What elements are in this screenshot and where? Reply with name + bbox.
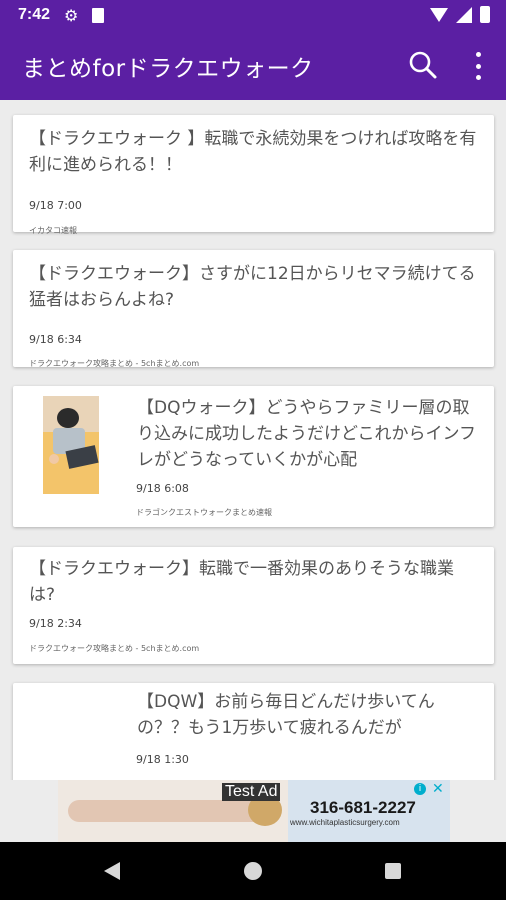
signal-icon [456,6,472,23]
ad-banner[interactable]: Test Ad 316-681-2227 www.wichitaplastics… [58,780,450,842]
article-date: 9/18 2:34 [29,617,82,630]
ad-label: Test Ad [222,783,281,801]
article-thumbnail [43,396,99,494]
sd-card-icon [92,8,104,23]
article-date: 9/18 7:00 [29,199,82,212]
article-source: イカタコ速報 [29,226,77,235]
recents-icon[interactable] [385,863,401,879]
more-vert-icon[interactable] [470,52,486,80]
wifi-icon [430,7,448,22]
article-date: 9/18 1:30 [136,753,189,766]
article-card[interactable]: 【ドラクエウォーク】さすがに12日からリセマラ続けてる猛者はおらんよね? 9/1… [13,250,494,368]
ad-phone[interactable]: 316-681-2227 [310,798,416,818]
ad-info-icon[interactable]: i [414,783,426,795]
status-bar: 7:42 ⚙ [0,0,506,32]
article-card[interactable]: 【ドラクエウォーク】転職で一番効果のありそうな職業は? 9/18 2:34 ドラ… [13,547,494,664]
back-icon[interactable] [104,862,120,880]
gear-icon: ⚙ [64,6,79,25]
article-title: 【DQウォーク】どうやらファミリー層の取り込みに成功したようだけどこれからインフ… [137,398,476,470]
status-time: 7:42 [18,6,51,23]
navigation-bar [0,842,506,900]
app-title: まとめforドラクエウォーク [22,56,314,82]
article-title: 【ドラクエウォーク 】転職で永続効果をつければ攻略を有利に進められる！！ [29,129,477,175]
article-title: 【ドラクエウォーク】転職で一番効果のありそうな職業は? [29,559,454,605]
battery-icon [480,6,490,23]
article-date: 9/18 6:08 [136,482,189,495]
article-title: 【DQW】お前ら毎日どんだけ歩いてんの？？もう1万歩いて疲れるんだが [137,692,435,738]
app-bar: まとめforドラクエウォーク [0,32,506,100]
article-source: ドラクエウォーク攻略まとめ - 5chまとめ.com [29,644,200,653]
article-card[interactable]: 【DQW】お前ら毎日どんだけ歩いてんの？？もう1万歩いて疲れるんだが 9/18 … [13,683,494,780]
home-icon[interactable] [244,862,262,880]
article-source: ドラゴンクエストウォークまとめ速報 [136,508,272,517]
ad-site[interactable]: www.wichitaplasticsurgery.com [290,818,400,827]
article-list[interactable]: 【ドラクエウォーク 】転職で永続効果をつければ攻略を有利に進められる！！ 9/1… [0,100,506,780]
article-card[interactable]: 【ドラクエウォーク 】転職で永続効果をつければ攻略を有利に進められる！！ 9/1… [13,115,494,235]
article-title: 【ドラクエウォーク】さすがに12日からリセマラ続けてる猛者はおらんよね? [29,264,476,310]
article-date: 9/18 6:34 [29,333,82,346]
article-card[interactable]: 【DQウォーク】どうやらファミリー層の取り込みに成功したようだけどこれからインフ… [13,386,494,527]
search-icon[interactable] [408,50,438,80]
ad-close-icon[interactable]: ✕ [432,781,444,797]
article-source: ドラクエウォーク攻略まとめ - 5chまとめ.com [29,359,200,368]
